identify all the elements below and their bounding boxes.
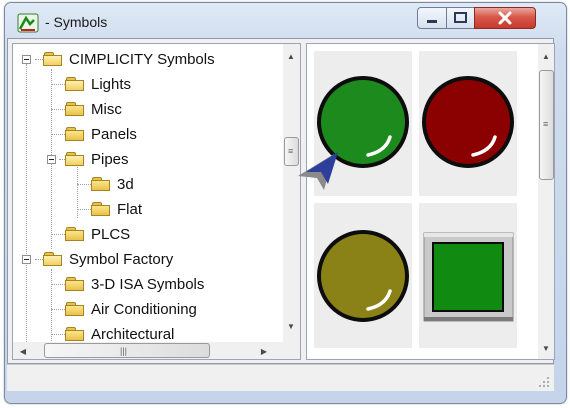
tree-item-label: 3-D ISA Symbols xyxy=(91,275,205,293)
scroll-corner xyxy=(283,342,300,359)
folder-icon xyxy=(65,227,85,241)
symbols-app-icon xyxy=(17,13,39,33)
tree-item-lights[interactable]: Lights xyxy=(65,72,131,96)
tree-item-label: CIMPLICITY Symbols xyxy=(69,50,215,68)
symbol-cell-green-square-button[interactable] xyxy=(419,203,517,348)
resize-grip-icon[interactable] xyxy=(538,376,550,388)
scroll-down-arrow-icon[interactable]: ▼ xyxy=(538,340,554,356)
tree-guide-line xyxy=(51,269,52,342)
olive-light-icon xyxy=(317,230,409,322)
symbol-preview-pane[interactable]: ▲ ≡ ▼ xyxy=(306,43,555,360)
grip-icon: ≡ xyxy=(543,119,549,129)
tree-item-air-conditioning[interactable]: Air Conditioning xyxy=(65,297,197,321)
folder-icon xyxy=(43,252,63,266)
tree-connector xyxy=(35,259,43,260)
folder-icon xyxy=(65,152,85,166)
tree-item-plcs[interactable]: PLCS xyxy=(65,222,130,246)
red-light-icon xyxy=(422,76,514,168)
tree-hscroll-thumb[interactable]: ||| xyxy=(44,343,210,358)
tree-connector xyxy=(51,134,65,135)
symbols-vertical-scrollbar[interactable]: ▲ ≡ ▼ xyxy=(538,44,554,359)
scroll-left-arrow-icon[interactable]: ◀ xyxy=(15,343,31,359)
maximize-button[interactable] xyxy=(446,7,475,29)
open-folder-icon xyxy=(65,77,85,91)
tree-item-label: Architectural xyxy=(91,325,175,343)
folder-icon xyxy=(65,327,85,341)
minimize-button[interactable] xyxy=(417,7,447,29)
tree-item-label: Pipes xyxy=(91,150,129,168)
scroll-down-arrow-icon[interactable]: ▼ xyxy=(283,318,299,334)
status-bar xyxy=(7,364,554,391)
collapse-button[interactable] xyxy=(47,155,56,164)
tree-item-3d[interactable]: 3d xyxy=(91,172,134,196)
tree-item-pipes[interactable]: Pipes xyxy=(65,147,129,171)
tree-item-label: Symbol Factory xyxy=(69,250,174,268)
folder-icon xyxy=(91,202,111,216)
title-bar[interactable]: - Symbols xyxy=(5,3,566,41)
symbol-cell-olive-light[interactable] xyxy=(314,203,412,348)
grip-icon: ≡ xyxy=(288,146,294,156)
scroll-right-arrow-icon[interactable]: ▶ xyxy=(256,343,272,359)
tree-connector xyxy=(77,184,91,185)
tree-connector xyxy=(51,84,65,85)
symbol-tree: CIMPLICITY Symbols Lights Misc Panels Pi… xyxy=(13,44,283,342)
tree-connector xyxy=(51,109,65,110)
tree-item-misc[interactable]: Misc xyxy=(65,97,122,121)
close-icon xyxy=(498,11,512,25)
square-button-icon xyxy=(423,232,514,322)
tree-vertical-scrollbar[interactable]: ▲ ≡ ▼ xyxy=(283,44,300,342)
tree-item-cimplicity-symbols[interactable]: CIMPLICITY Symbols xyxy=(43,47,215,71)
tree-item-panels[interactable]: Panels xyxy=(65,122,137,146)
maximize-icon xyxy=(454,12,467,23)
folder-icon xyxy=(43,52,63,66)
tree-connector xyxy=(77,209,91,210)
tree-connector xyxy=(51,334,65,335)
tree-item-symbol-factory[interactable]: Symbol Factory xyxy=(43,247,173,271)
tree-item-label: Panels xyxy=(91,125,137,143)
tree-item-label: 3d xyxy=(117,175,134,193)
folder-icon xyxy=(65,127,85,141)
tree-item-flat[interactable]: Flat xyxy=(91,197,142,221)
folder-icon xyxy=(65,102,85,116)
tree-horizontal-scrollbar[interactable]: ◀ ||| ▶ xyxy=(13,342,283,359)
mouse-cursor-icon xyxy=(298,152,338,190)
minimize-icon xyxy=(427,20,437,23)
tree-connector xyxy=(51,234,65,235)
tree-item-3d-isa-symbols[interactable]: 3-D ISA Symbols xyxy=(65,272,204,296)
grip-icon: ||| xyxy=(120,346,128,356)
tree-connector xyxy=(35,59,43,60)
folder-icon xyxy=(65,277,85,291)
tree-guide-line xyxy=(26,64,27,342)
tree-item-label: Misc xyxy=(91,100,122,118)
tree-connector xyxy=(51,309,65,310)
scroll-up-arrow-icon[interactable]: ▲ xyxy=(283,48,299,64)
tree-item-label: Flat xyxy=(117,200,143,218)
tree-item-architectural[interactable]: Architectural xyxy=(65,322,174,342)
tree-connector xyxy=(51,284,65,285)
folder-icon xyxy=(91,177,111,191)
folder-icon xyxy=(65,302,85,316)
scroll-up-arrow-icon[interactable]: ▲ xyxy=(538,48,554,64)
close-button[interactable] xyxy=(474,7,536,29)
symbol-cell-red-light[interactable] xyxy=(419,51,517,196)
collapse-button[interactable] xyxy=(22,255,31,264)
tree-item-label: Lights xyxy=(91,75,132,93)
symbol-tree-pane[interactable]: CIMPLICITY Symbols Lights Misc Panels Pi… xyxy=(12,43,301,360)
symbols-vscroll-thumb[interactable]: ≡ xyxy=(539,70,554,180)
tree-item-label: Air Conditioning xyxy=(91,300,197,318)
tree-item-label: PLCS xyxy=(91,225,131,243)
collapse-button[interactable] xyxy=(22,55,31,64)
window-title: - Symbols xyxy=(45,14,108,30)
